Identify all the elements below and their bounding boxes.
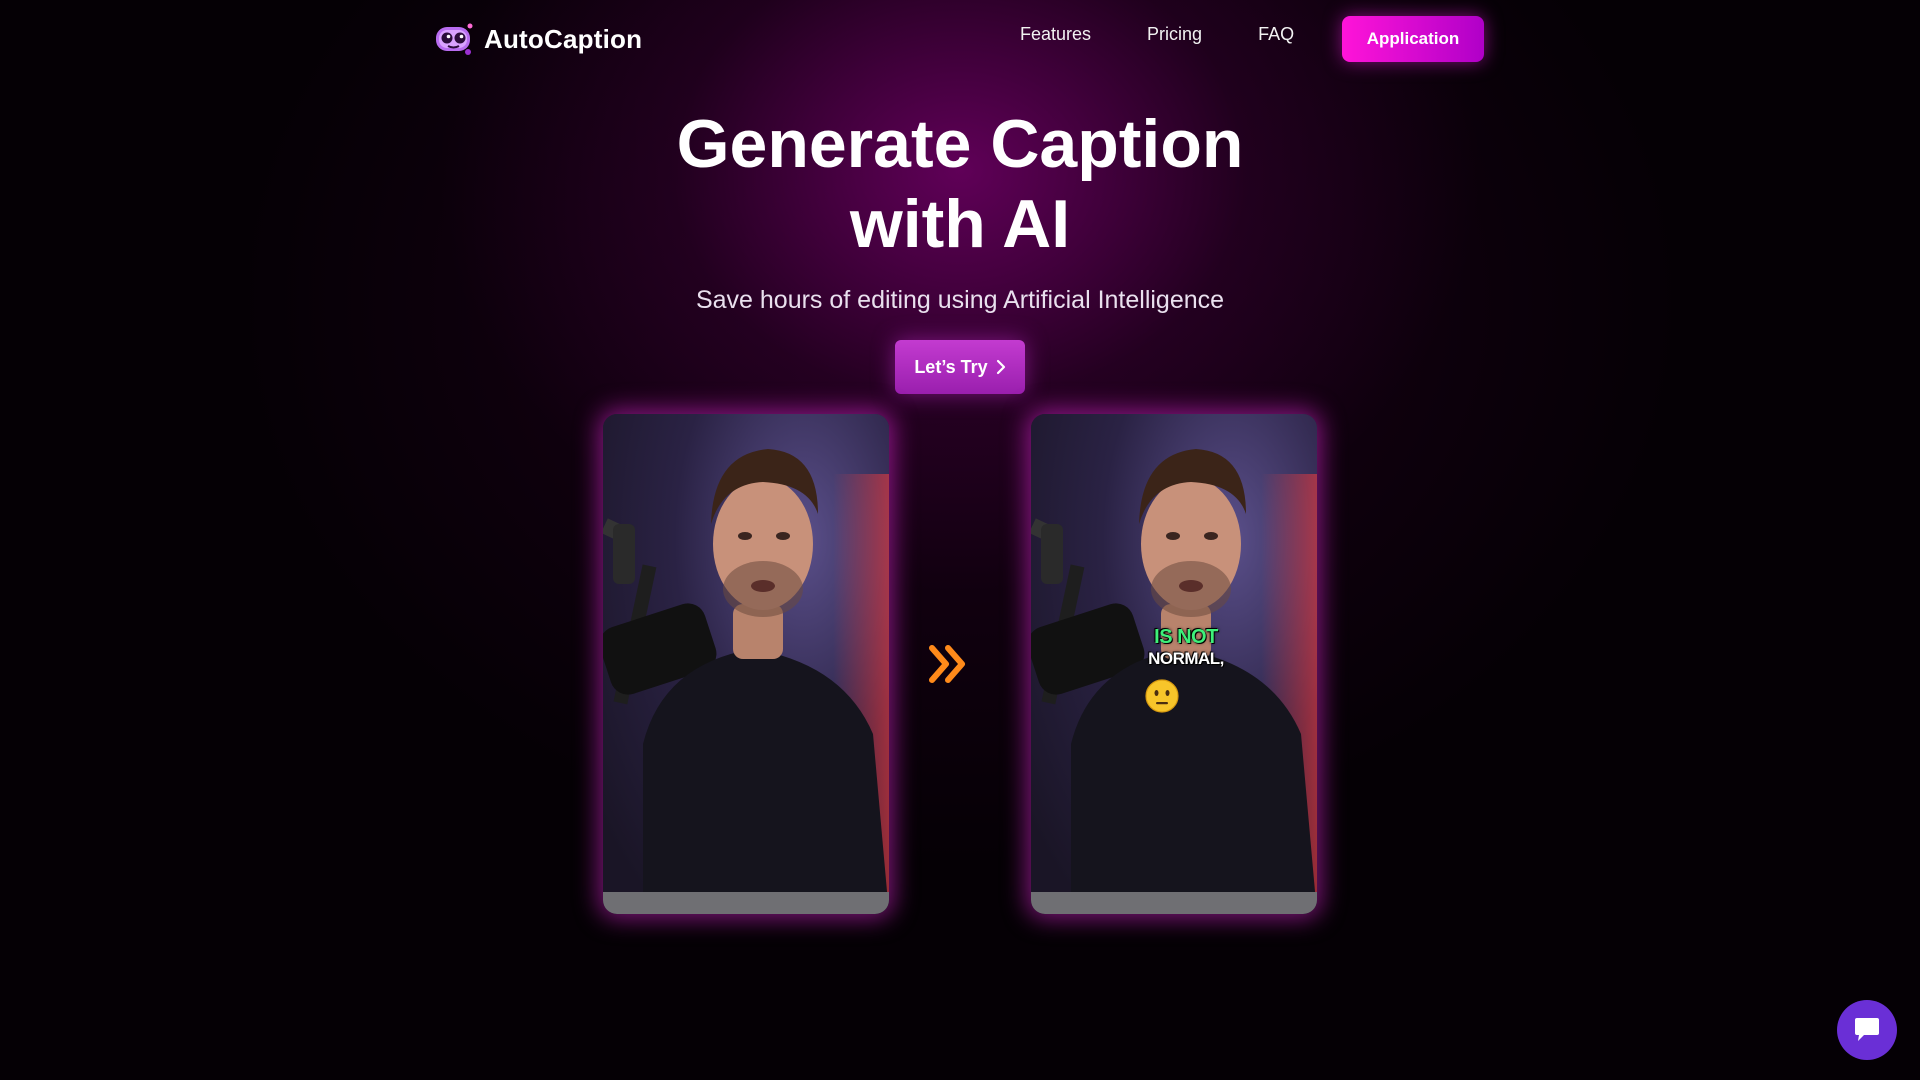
video-caption-overlay: IS NOT NORMAL, xyxy=(1131,626,1241,669)
caption-line-2: NORMAL, xyxy=(1148,649,1224,668)
chevron-right-icon xyxy=(996,359,1005,375)
top-navigation: AutoCaption Features Pricing FAQ Applica… xyxy=(0,0,1920,78)
brand-name: AutoCaption xyxy=(484,23,643,54)
neutral-face-emoji-icon xyxy=(1145,679,1179,713)
hero-title-line-2: with AI xyxy=(849,186,1071,262)
nav-link-features[interactable]: Features xyxy=(1020,24,1091,45)
video-before-card[interactable] xyxy=(603,414,889,914)
nav-links: Features Pricing FAQ xyxy=(1020,24,1294,45)
chat-widget-button[interactable] xyxy=(1837,1000,1897,1060)
lets-try-label: Let’s Try xyxy=(914,356,988,377)
video-after-card[interactable]: IS NOT NORMAL, xyxy=(1031,414,1317,914)
nav-link-pricing[interactable]: Pricing xyxy=(1147,24,1202,45)
application-button[interactable]: Application xyxy=(1342,16,1484,62)
hero-title: Generate Caption with AI xyxy=(0,104,1920,264)
brand-logo[interactable]: AutoCaption xyxy=(434,20,642,58)
hero-title-line-1: Generate Caption xyxy=(676,106,1244,182)
caption-line-1: IS NOT xyxy=(1154,626,1218,648)
hero-subtitle: Save hours of editing using Artificial I… xyxy=(695,286,1225,314)
double-chevron-right-icon xyxy=(929,645,965,683)
robot-face-icon xyxy=(436,23,473,55)
video-frame-before xyxy=(603,414,889,914)
chat-bubble-icon xyxy=(1855,1018,1879,1041)
nav-link-faq[interactable]: FAQ xyxy=(1258,24,1294,45)
lets-try-button[interactable]: Let’s Try xyxy=(895,340,1025,394)
